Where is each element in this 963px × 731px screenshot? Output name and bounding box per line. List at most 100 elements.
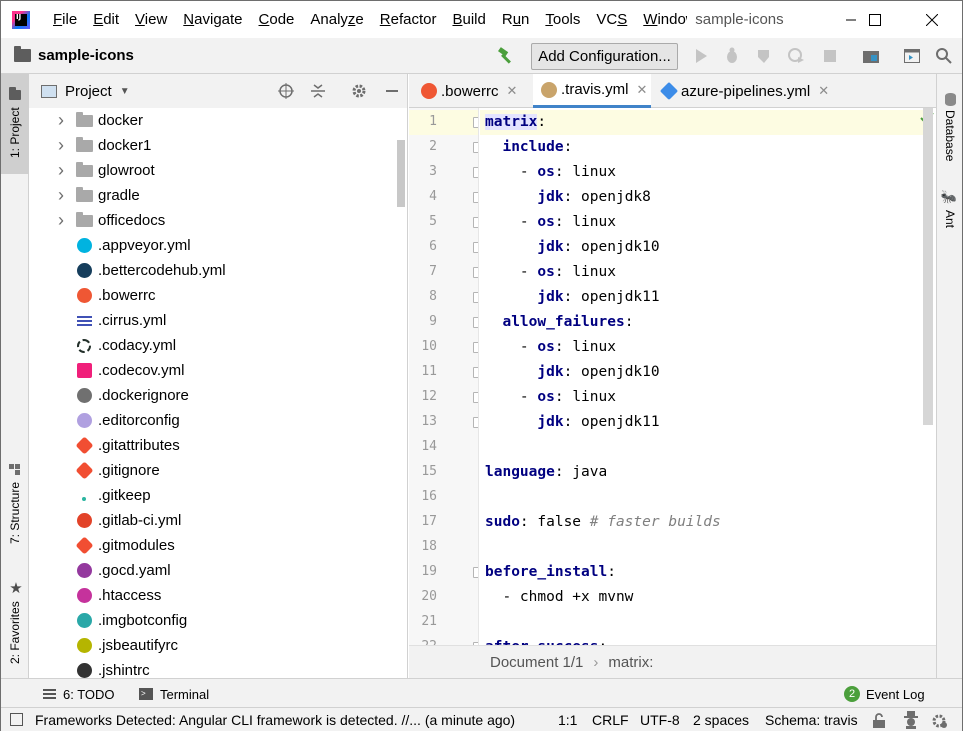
menu-refactor[interactable]: Refactor bbox=[372, 1, 445, 38]
fold-open-icon[interactable] bbox=[473, 267, 478, 278]
tree-file[interactable]: .jshintrc bbox=[29, 658, 407, 678]
chevron-down-icon[interactable]: ▼ bbox=[120, 86, 130, 97]
run-anything-icon[interactable] bbox=[903, 47, 921, 65]
tree-file[interactable]: .gitattributes bbox=[29, 433, 407, 458]
tree-file[interactable]: .dockerignore bbox=[29, 383, 407, 408]
project-breadcrumb[interactable]: sample-icons bbox=[14, 46, 134, 64]
menu-run[interactable]: Run bbox=[494, 1, 538, 38]
project-panel-title[interactable]: Project bbox=[65, 83, 112, 100]
fold-open-icon[interactable] bbox=[473, 317, 478, 328]
fold-close-icon[interactable] bbox=[473, 417, 478, 428]
fold-open-icon[interactable] bbox=[473, 342, 478, 353]
close-tab-icon[interactable]: ✕ bbox=[507, 83, 518, 99]
code-line[interactable]: sudo: false # faster builds bbox=[480, 510, 924, 535]
tree-folder-gradle[interactable]: › gradle bbox=[29, 183, 407, 208]
code-line[interactable]: before_install: bbox=[480, 560, 924, 585]
chevron-right-icon[interactable]: › bbox=[55, 160, 67, 181]
code-area[interactable]: matrix: include: - os: linux jdk: openjd… bbox=[480, 108, 936, 645]
code-line[interactable]: jdk: openjdk11 bbox=[480, 285, 924, 310]
menu-view[interactable]: View bbox=[127, 1, 175, 38]
tree-file[interactable]: .codacy.yml bbox=[29, 333, 407, 358]
fold-open-icon[interactable] bbox=[473, 392, 478, 403]
tree-file[interactable]: .gitkeep bbox=[29, 483, 407, 508]
maximize-button[interactable] bbox=[852, 1, 898, 38]
tree-file[interactable]: .bettercodehub.yml bbox=[29, 258, 407, 283]
tree-file[interactable]: .gitlab-ci.yml bbox=[29, 508, 407, 533]
gear-icon[interactable] bbox=[350, 82, 368, 100]
code-line[interactable]: - os: linux bbox=[480, 260, 924, 285]
close-window-button[interactable] bbox=[909, 1, 955, 38]
code-line[interactable] bbox=[480, 435, 924, 460]
tab-event-log[interactable]: 2 Event Log bbox=[844, 684, 925, 704]
fold-open-icon[interactable] bbox=[473, 217, 478, 228]
tab-bowerrc[interactable]: .bowerrc ✕ bbox=[413, 74, 531, 108]
status-message[interactable]: Frameworks Detected: Angular CLI framewo… bbox=[35, 711, 515, 729]
tree-folder-docker1[interactable]: › docker1 bbox=[29, 133, 407, 158]
inspector-icon[interactable] bbox=[903, 711, 919, 729]
code-line[interactable]: - os: linux bbox=[480, 160, 924, 185]
locate-file-icon[interactable] bbox=[277, 82, 295, 100]
code-line[interactable]: allow_failures: bbox=[480, 310, 924, 335]
tree-file[interactable]: .gitmodules bbox=[29, 533, 407, 558]
menu-window[interactable]: Window bbox=[635, 1, 687, 38]
line-separator[interactable]: CRLF bbox=[592, 711, 629, 729]
fold-open-icon[interactable] bbox=[473, 142, 478, 153]
run-icon[interactable] bbox=[692, 47, 710, 65]
code-line[interactable]: include: bbox=[480, 135, 924, 160]
code-line[interactable]: after_success: bbox=[480, 635, 924, 645]
tab-todo[interactable]: 6: TODO bbox=[43, 684, 115, 704]
tab-ant[interactable]: 🐜 Ant bbox=[937, 184, 963, 234]
event-gear-icon[interactable] bbox=[931, 712, 949, 730]
code-line[interactable]: - os: linux bbox=[480, 335, 924, 360]
code-line[interactable]: - chmod +x mvnw bbox=[480, 585, 924, 610]
code-line[interactable] bbox=[480, 535, 924, 560]
fold-close-icon[interactable] bbox=[473, 192, 478, 203]
menu-analyze[interactable]: Analyze bbox=[302, 1, 371, 38]
hide-panel-icon[interactable] bbox=[383, 82, 401, 100]
fold-close-icon[interactable] bbox=[473, 292, 478, 303]
tree-file[interactable]: .codecov.yml bbox=[29, 358, 407, 383]
code-line[interactable]: jdk: openjdk10 bbox=[480, 235, 924, 260]
close-tab-icon[interactable]: ✕ bbox=[818, 83, 829, 99]
caret-position[interactable]: 1:1 bbox=[558, 711, 577, 729]
chevron-right-icon[interactable]: › bbox=[55, 210, 67, 231]
menu-edit[interactable]: Edit bbox=[85, 1, 127, 38]
tree-file[interactable]: .editorconfig bbox=[29, 408, 407, 433]
code-line[interactable]: jdk: openjdk8 bbox=[480, 185, 924, 210]
tree-file[interactable]: .jsbeautifyrc bbox=[29, 633, 407, 658]
code-line[interactable]: jdk: openjdk11 bbox=[480, 410, 924, 435]
tab-travis-yml[interactable]: .travis.yml ✕ bbox=[533, 74, 651, 108]
fold-open-icon[interactable] bbox=[473, 567, 478, 578]
fold-close-icon[interactable] bbox=[473, 367, 478, 378]
menu-tools[interactable]: Tools bbox=[537, 1, 588, 38]
chevron-right-icon[interactable]: › bbox=[55, 135, 67, 156]
tree-folder-glowroot[interactable]: › glowroot bbox=[29, 158, 407, 183]
fold-open-icon[interactable] bbox=[473, 117, 478, 128]
toggle-tool-windows-icon[interactable] bbox=[10, 713, 23, 726]
tree-folder-docker[interactable]: › docker bbox=[29, 108, 407, 133]
code-line[interactable] bbox=[480, 610, 924, 635]
tree-file[interactable]: .cirrus.yml bbox=[29, 308, 407, 333]
file-encoding[interactable]: UTF-8 bbox=[640, 711, 680, 729]
editor-scrollbar[interactable] bbox=[923, 108, 933, 425]
stop-icon[interactable] bbox=[821, 47, 839, 65]
search-everywhere-icon[interactable] bbox=[935, 47, 953, 65]
code-line[interactable] bbox=[480, 485, 924, 510]
project-structure-icon[interactable] bbox=[862, 47, 880, 65]
add-configuration-button[interactable]: Add Configuration... bbox=[531, 43, 678, 70]
menu-navigate[interactable]: Navigate bbox=[175, 1, 250, 38]
indent-setting[interactable]: 2 spaces bbox=[693, 711, 749, 729]
breadcrumb-matrix[interactable]: matrix: bbox=[608, 654, 653, 671]
tab-terminal[interactable]: > Terminal bbox=[139, 684, 209, 704]
tree-file[interactable]: .htaccess bbox=[29, 583, 407, 608]
json-schema[interactable]: Schema: travis bbox=[765, 711, 858, 729]
tab-project[interactable]: 1: Project bbox=[1, 74, 29, 174]
project-tree-scrollbar[interactable] bbox=[397, 140, 405, 207]
code-line[interactable]: - os: linux bbox=[480, 210, 924, 235]
fold-close-icon[interactable] bbox=[473, 242, 478, 253]
tab-structure[interactable]: 7: Structure bbox=[1, 459, 29, 549]
tab-favorites[interactable]: 2: Favorites ★ bbox=[1, 574, 29, 669]
tree-file[interactable]: .bowerrc bbox=[29, 283, 407, 308]
code-line[interactable]: matrix: bbox=[480, 110, 924, 135]
tree-file[interactable]: .appveyor.yml bbox=[29, 233, 407, 258]
